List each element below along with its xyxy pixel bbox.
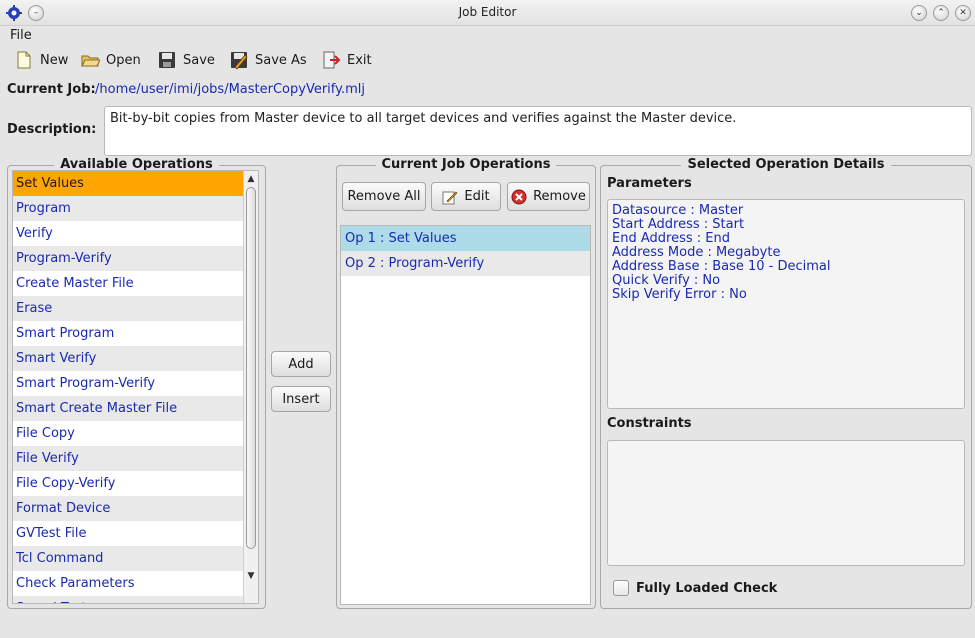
remove-x-icon [511,189,527,204]
toolbar: New Open Save Save As Exit [0,46,975,74]
parameter-line: Address Base : Base 10 - Decimal [612,259,831,274]
parameter-line: Start Address : Start [612,217,745,232]
save-disk-icon [159,52,175,68]
save-as-button[interactable]: Save As [229,48,307,72]
window-title: Job Editor [458,5,517,19]
available-operation-item[interactable]: File Copy-Verify [13,471,243,496]
available-operation-item[interactable]: File Copy [13,421,243,446]
new-label: New [40,52,69,68]
open-folder-icon [81,55,100,67]
parameters-box[interactable]: Datasource : Master Start Address : Start… [607,199,965,409]
constraints-label: Constraints [607,416,692,431]
save-as-icon [231,52,248,70]
remove-button[interactable]: Remove [507,182,590,211]
current-job-path: /home/user/imi/jobs/MasterCopyVerify.mlj [95,82,366,97]
available-operation-item[interactable]: File Verify [13,446,243,471]
available-operation-item[interactable]: Smart Program [13,321,243,346]
description-field[interactable]: Bit-by-bit copies from Master device to … [104,106,972,156]
available-operation-item[interactable]: Erase [13,296,243,321]
save-label: Save [183,52,215,68]
constraints-box[interactable] [607,440,965,566]
description-label: Description: [7,122,97,137]
menu-file[interactable]: File [10,28,32,43]
available-operation-item[interactable]: Format Device [13,496,243,521]
save-button[interactable]: Save [157,48,215,72]
current-operation-item[interactable]: Op 1 : Set Values [341,226,590,251]
parameter-line: Quick Verify : No [612,273,721,288]
save-as-label: Save As [255,52,307,68]
available-operation-item[interactable]: Program-Verify [13,246,243,271]
fully-loaded-checkbox[interactable] [613,580,629,596]
current-job-operations-title: Current Job Operations [375,157,557,172]
maximize-icon[interactable]: ⌃ [933,5,949,21]
remove-label: Remove [533,189,586,204]
fully-loaded-check-label: Fully Loaded Check [636,580,778,596]
available-operations-list[interactable]: Set Values Program Verify Program-Verify Cre… [12,170,259,604]
parameters-label: Parameters [607,176,692,191]
close-icon[interactable]: ✕ [955,5,971,21]
open-button[interactable]: Open [80,48,141,72]
available-operation-item[interactable]: GVTest File [13,521,243,546]
available-operation-item[interactable]: Verify [13,221,243,246]
available-operation-item[interactable]: Tcl Command [13,546,243,571]
fully-loaded-check-toggle[interactable]: Fully Loaded Check [613,580,777,596]
new-file-icon [17,51,31,69]
available-operation-item[interactable]: Set Values [13,171,243,196]
menu-bar: File [0,26,975,46]
current-operation-item[interactable]: Op 2 : Program-Verify [341,251,590,276]
current-job-operations-list[interactable]: Op 1 : Set Values Op 2 : Program-Verify [340,225,591,605]
insert-button[interactable]: Insert [271,386,331,412]
exit-label: Exit [347,52,372,68]
title-bar: – Job Editor ⌄ ⌃ ✕ [0,0,975,26]
open-label: Open [106,52,141,68]
parameter-line: Datasource : Master [612,203,744,218]
edit-button[interactable]: Edit [431,182,501,211]
exit-button[interactable]: Exit [321,48,372,72]
add-button[interactable]: Add [271,351,331,377]
available-operation-item[interactable]: Create Master File [13,271,243,296]
available-scrollbar[interactable]: ▲ ▼ [243,171,258,603]
parameter-line: Address Mode : Megabyte [612,245,781,260]
edit-label: Edit [464,189,490,204]
minimize-icon[interactable]: ⌄ [911,5,927,21]
new-button[interactable]: New [14,48,68,72]
edit-pencil-icon [442,191,458,204]
scroll-up-icon[interactable]: ▲ [244,172,258,186]
available-operation-item[interactable]: Program [13,196,243,221]
current-job-label: Current Job: [7,82,96,97]
exit-icon [323,51,341,69]
scroll-thumb[interactable] [246,187,256,549]
available-operation-item[interactable]: Check Parameters [13,571,243,596]
remove-all-button[interactable]: Remove All [342,182,426,211]
parameter-line: Skip Verify Error : No [612,287,747,302]
available-operation-item[interactable]: Smart Program-Verify [13,371,243,396]
scroll-down-icon[interactable]: ▼ [244,569,258,583]
selected-operation-details-title: Selected Operation Details [681,157,891,172]
available-operation-item[interactable]: Smart Create Master File [13,396,243,421]
available-operation-item[interactable]: Smart Verify [13,346,243,371]
parameter-line: End Address : End [612,231,730,246]
available-operation-item[interactable]: Speed Test [13,596,243,603]
